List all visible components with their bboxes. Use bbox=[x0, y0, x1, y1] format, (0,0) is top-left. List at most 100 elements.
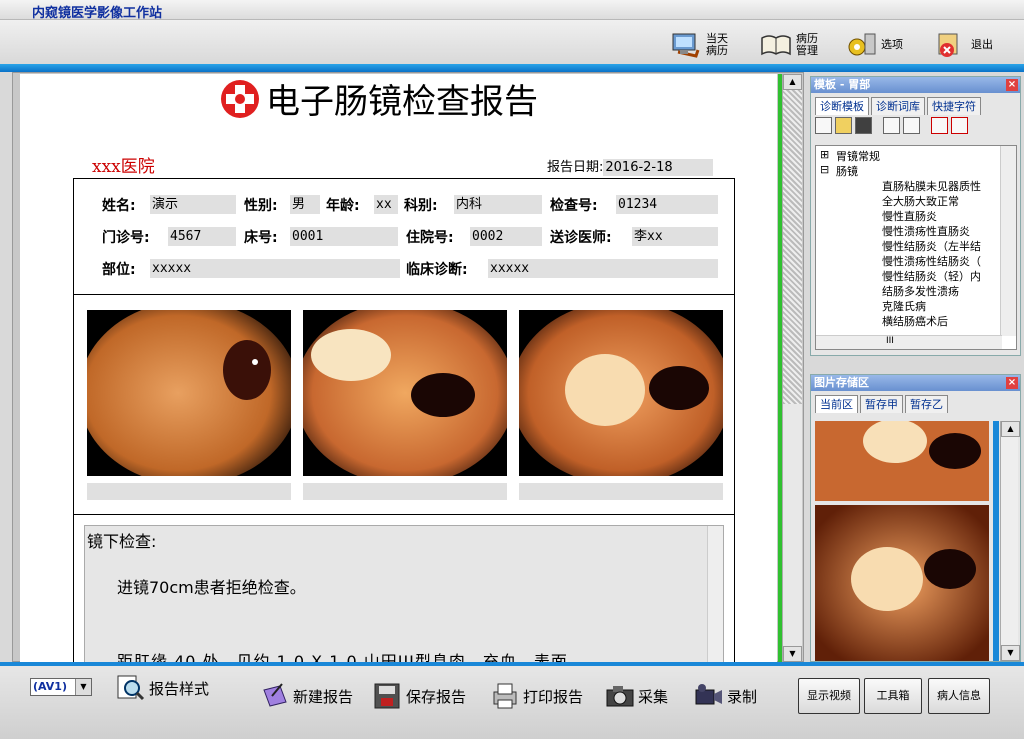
tab-current[interactable]: 当前区 bbox=[815, 395, 858, 413]
tab-diagnosis-lexicon[interactable]: 诊断词库 bbox=[871, 97, 925, 115]
exit-button[interactable]: 退出 bbox=[935, 28, 993, 62]
tree-red-icon[interactable] bbox=[931, 117, 948, 134]
tree-item[interactable]: 横结肠癌术后 bbox=[882, 313, 948, 329]
stored-image-2[interactable] bbox=[815, 505, 989, 661]
tree-node-colonoscopy[interactable]: 肠镜 bbox=[836, 163, 858, 179]
tree-item[interactable]: 克隆氏病 bbox=[882, 298, 926, 314]
tab-temp-b[interactable]: 暂存乙 bbox=[905, 395, 948, 413]
tree-item[interactable]: 慢性溃疡性直肠炎 bbox=[882, 223, 970, 239]
today-records-button[interactable]: 当天 病历 bbox=[670, 28, 728, 62]
exam-no-label: 检查号: bbox=[550, 198, 598, 214]
report-date-value[interactable]: 2016-2-18 bbox=[603, 159, 713, 176]
records-management-button[interactable]: 病历 管理 bbox=[760, 28, 818, 62]
exam-no-field[interactable]: 01234 bbox=[616, 195, 718, 214]
new-report-label: 新建报告 bbox=[293, 687, 354, 706]
close-icon[interactable]: × bbox=[1006, 377, 1018, 389]
tree-vertical-scrollbar[interactable] bbox=[1000, 146, 1016, 336]
options-button[interactable]: 选项 bbox=[845, 28, 903, 62]
bottom-divider bbox=[0, 662, 1024, 666]
chevron-down-icon[interactable]: ▼ bbox=[75, 679, 91, 695]
tab-diagnosis-template[interactable]: 诊断模板 bbox=[815, 97, 869, 115]
exam-text-line-1: 进镜70cm患者拒绝检查。 bbox=[117, 578, 306, 597]
report-scroll-thumb[interactable] bbox=[783, 90, 802, 404]
report-date: 报告日期: 2016-2-18 bbox=[547, 156, 713, 176]
record-button[interactable]: 录制 bbox=[694, 682, 757, 710]
report-style-label: 报告样式 bbox=[149, 679, 210, 698]
patient-info-button[interactable]: 病人信息 bbox=[928, 678, 990, 714]
tree-item[interactable]: 慢性直肠炎 bbox=[882, 208, 937, 224]
tree-horizontal-scrollbar[interactable]: III bbox=[816, 335, 1002, 349]
tree-item[interactable]: 慢性结肠炎（轻）内 bbox=[882, 268, 981, 284]
endoscopy-image-3[interactable] bbox=[519, 310, 723, 476]
endoscopy-image-2[interactable] bbox=[303, 310, 507, 476]
site-field[interactable]: xxxxx bbox=[150, 259, 400, 278]
print-report-label: 打印报告 bbox=[523, 687, 584, 706]
exam-scrollbar[interactable] bbox=[707, 526, 723, 662]
template-tools bbox=[811, 115, 1020, 137]
top-toolbar: 当天 病历 病历 管理 选项 退出 bbox=[0, 20, 1024, 72]
clinical-field[interactable]: xxxxx bbox=[488, 259, 718, 278]
open-book-icon bbox=[761, 35, 791, 56]
capture-label: 采集 bbox=[638, 687, 669, 706]
endoscopy-image-1[interactable] bbox=[87, 310, 291, 476]
sex-label: 性别: bbox=[244, 198, 278, 214]
show-video-button[interactable]: 显示视频 bbox=[798, 678, 860, 714]
printer-icon bbox=[493, 683, 517, 709]
stored-image-1[interactable] bbox=[815, 421, 989, 501]
exit-label: 退出 bbox=[971, 38, 993, 51]
scroll-grip: III bbox=[886, 336, 894, 346]
report-scrollbar[interactable]: ▲ ▼ bbox=[782, 74, 802, 662]
video-source-select[interactable]: (AV1) ▼ bbox=[30, 678, 92, 696]
tab-temp-a[interactable]: 暂存甲 bbox=[860, 395, 903, 413]
open-folder-icon[interactable] bbox=[835, 117, 852, 134]
exam-textarea[interactable]: 镜下检查: 进镜70cm患者拒绝检查。 距肛缘 40 处，见约 1.0 X 1.… bbox=[84, 525, 724, 662]
outpatient-field[interactable]: 4567 bbox=[168, 227, 236, 246]
doctor-field[interactable]: 李xx bbox=[632, 227, 718, 246]
scroll-up-arrow-icon[interactable]: ▲ bbox=[783, 74, 802, 90]
title-bar: 内窥镜医学影像工作站 bbox=[0, 0, 1024, 21]
tab-quick-characters[interactable]: 快捷字符 bbox=[927, 97, 981, 115]
save-disk-icon[interactable] bbox=[855, 117, 872, 134]
scroll-down-arrow-icon[interactable]: ▼ bbox=[783, 646, 802, 662]
tree-collapse-icon[interactable]: ⊟ bbox=[820, 163, 829, 176]
tree-item[interactable]: 慢性结肠炎（左半结 bbox=[882, 238, 981, 254]
tree-item[interactable]: 全大肠大致正常 bbox=[882, 193, 959, 209]
tree-item[interactable]: 结肠多发性溃疡 bbox=[882, 283, 959, 299]
outpatient-label: 门诊号: bbox=[102, 230, 150, 246]
book-alt-icon[interactable] bbox=[903, 117, 920, 134]
capture-button[interactable]: 采集 bbox=[605, 682, 668, 710]
tree-item[interactable]: 直肠粘膜未见器质性 bbox=[882, 178, 981, 194]
image-panel-scrollbar[interactable]: ▲ ▼ bbox=[1000, 421, 1020, 661]
save-report-button[interactable]: 保存报告 bbox=[373, 682, 466, 710]
scroll-down-arrow-icon[interactable]: ▼ bbox=[1001, 645, 1020, 661]
print-report-button[interactable]: 打印报告 bbox=[490, 682, 583, 710]
scroll-up-arrow-icon[interactable]: ▲ bbox=[1001, 421, 1020, 437]
hospital-name: xxx医院 bbox=[92, 157, 155, 177]
new-report-button[interactable]: 新建报告 bbox=[260, 682, 353, 710]
age-field[interactable]: xx bbox=[374, 195, 398, 214]
tree-node-gastroscopy[interactable]: 胃镜常规 bbox=[836, 148, 880, 164]
doctor-label: 送诊医师: bbox=[550, 230, 612, 246]
name-field[interactable]: 演示 bbox=[150, 195, 236, 214]
bed-field[interactable]: 0001 bbox=[290, 227, 398, 246]
name-label: 姓名: bbox=[102, 198, 136, 214]
inpatient-field[interactable]: 0002 bbox=[470, 227, 542, 246]
dept-field[interactable]: 内科 bbox=[454, 195, 542, 214]
image-caption-1[interactable] bbox=[87, 483, 291, 500]
options-label: 选项 bbox=[881, 38, 903, 51]
report-style-button[interactable]: 报告样式 bbox=[116, 674, 209, 702]
dept-label: 科别: bbox=[404, 198, 438, 214]
new-file-icon[interactable] bbox=[815, 117, 832, 134]
image-caption-3[interactable] bbox=[519, 483, 723, 500]
close-icon[interactable]: × bbox=[1006, 79, 1018, 91]
template-tree: ⊞ 胃镜常规 ⊟ 肠镜 直肠粘膜未见器质性 全大肠大致正常 慢性直肠炎 慢性溃疡… bbox=[815, 145, 1017, 350]
sex-field[interactable]: 男 bbox=[290, 195, 320, 214]
new-report-icon bbox=[263, 683, 287, 707]
image-storage-panel: 图片存储区 × 当前区 暂存甲 暂存乙 ▲ ▼ bbox=[810, 374, 1021, 662]
book-icon[interactable] bbox=[883, 117, 900, 134]
toolbox-button[interactable]: 工具箱 bbox=[864, 678, 922, 714]
image-caption-2[interactable] bbox=[303, 483, 507, 500]
tree-item[interactable]: 慢性溃疡性结肠炎（ bbox=[882, 253, 981, 269]
tree-expand-icon[interactable]: ⊞ bbox=[820, 148, 829, 161]
tree-red-alt-icon[interactable] bbox=[951, 117, 968, 134]
